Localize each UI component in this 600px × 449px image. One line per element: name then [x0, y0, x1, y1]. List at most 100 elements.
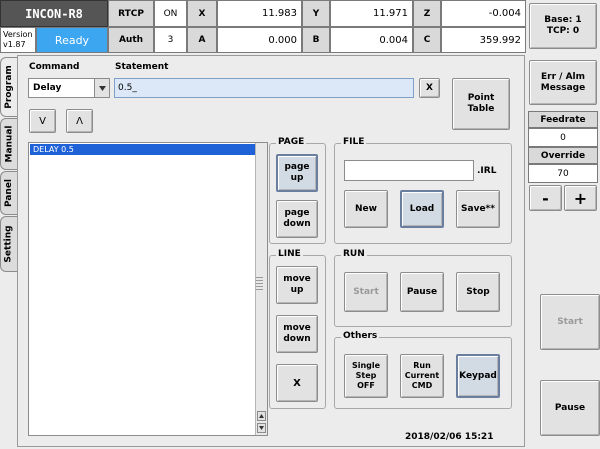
page-group-title: PAGE: [276, 137, 307, 147]
move-down-line2: down: [283, 334, 311, 344]
datetime-display: 2018/02/06 15:21: [405, 432, 494, 442]
tab-program-label: Program: [4, 65, 14, 109]
filename-input[interactable]: [344, 160, 474, 181]
delete-line-button[interactable]: X: [276, 364, 318, 402]
a-label: A: [187, 27, 217, 53]
move-down-button[interactable]: move down: [276, 315, 318, 353]
tab-program[interactable]: Program: [0, 57, 17, 117]
rtcp-value: ON: [154, 0, 187, 27]
c-value: 359.992: [441, 27, 526, 53]
single-step-button[interactable]: Single Step OFF: [344, 354, 388, 398]
err-alm-message-button[interactable]: Err / Alm Message: [529, 60, 597, 105]
save-file-button[interactable]: Save**: [456, 190, 500, 228]
tab-panel-label: Panel: [4, 178, 14, 208]
program-list[interactable]: DELAY 0.5: [28, 142, 268, 436]
new-file-button[interactable]: New: [344, 190, 388, 228]
file-group-title: FILE: [341, 137, 367, 147]
err-alm-line2: Message: [540, 82, 586, 93]
status-text: Ready: [54, 33, 90, 47]
base-tcp-button[interactable]: Base: 1 TCP: 0: [529, 3, 597, 49]
step-down-button[interactable]: V: [29, 109, 56, 133]
statement-input[interactable]: 0.5_: [114, 78, 414, 98]
page-up-line1: page: [284, 162, 310, 172]
auth-value: 3: [154, 27, 187, 53]
move-up-line2: up: [290, 285, 304, 295]
statement-input-value: 0.5_: [118, 83, 137, 93]
run-current-line2: Current: [404, 371, 440, 380]
run-current-line3: CMD: [411, 381, 433, 390]
x-label: X: [187, 0, 217, 27]
clear-statement-button[interactable]: X: [419, 78, 440, 98]
run-stop-button[interactable]: Stop: [456, 272, 500, 312]
command-select-value: Delay: [33, 83, 62, 93]
feedrate-label: Feedrate: [528, 111, 598, 128]
point-table-button[interactable]: Point Table: [452, 78, 510, 130]
app-title: INCON-R8: [0, 0, 108, 27]
single-step-line3: OFF: [357, 381, 375, 390]
tab-setting[interactable]: Setting: [0, 216, 17, 272]
z-value: -0.004: [441, 0, 526, 27]
tab-panel[interactable]: Panel: [0, 171, 17, 215]
page-down-line2: down: [283, 219, 311, 229]
move-down-line1: move: [283, 323, 311, 333]
err-alm-line1: Err / Alm: [540, 71, 585, 82]
page-down-line1: page: [284, 208, 310, 218]
single-step-line1: Single: [351, 361, 381, 370]
b-value: 0.004: [330, 27, 413, 53]
command-label: Command: [29, 62, 80, 72]
move-up-button[interactable]: move up: [276, 266, 318, 304]
override-minus-button[interactable]: -: [529, 185, 562, 211]
a-value: 0.000: [217, 27, 302, 53]
list-item[interactable]: DELAY 0.5: [30, 144, 255, 155]
run-pause-button[interactable]: Pause: [400, 272, 444, 312]
scroll-up-icon[interactable]: [257, 411, 266, 421]
c-label: C: [413, 27, 441, 53]
others-group-title: Others: [341, 331, 380, 341]
scroll-down-icon[interactable]: [257, 423, 266, 433]
step-up-button[interactable]: Λ: [66, 109, 93, 133]
statement-label: Statement: [115, 62, 169, 72]
run-start-button[interactable]: Start: [344, 272, 388, 312]
tcp-label: TCP: 0: [546, 26, 580, 36]
keypad-button[interactable]: Keypad: [456, 354, 500, 398]
y-label: Y: [302, 0, 330, 27]
splitter-grip-icon[interactable]: [256, 276, 263, 290]
version-number: v1.87: [3, 40, 26, 49]
feedrate-value: 0: [528, 128, 598, 147]
override-label: Override: [528, 147, 598, 164]
panel-start-button[interactable]: Start: [540, 294, 600, 350]
version-box: Version v1.87: [0, 27, 36, 53]
app-title-text: INCON-R8: [25, 6, 83, 21]
panel-pause-button[interactable]: Pause: [540, 380, 600, 436]
page-up-button[interactable]: page up: [276, 154, 318, 192]
x-value: 11.983: [217, 0, 302, 27]
run-current-line1: Run: [413, 361, 431, 370]
command-select[interactable]: Delay: [28, 78, 110, 98]
tab-manual[interactable]: Manual: [0, 118, 17, 170]
move-up-line1: move: [283, 274, 311, 284]
single-step-line2: Step: [355, 371, 377, 380]
tab-setting-label: Setting: [4, 225, 14, 263]
version-label: Version: [3, 30, 33, 39]
chevron-down-icon: [94, 79, 109, 97]
list-item-text: DELAY 0.5: [33, 145, 74, 154]
override-value: 70: [528, 164, 598, 183]
status-badge: Ready: [36, 27, 108, 53]
run-group-title: RUN: [341, 249, 367, 259]
file-extension-label: .IRL: [477, 166, 497, 176]
load-file-button[interactable]: Load: [400, 190, 444, 228]
rtcp-label: RTCP: [108, 0, 154, 27]
page-up-line2: up: [290, 173, 304, 183]
auth-label: Auth: [108, 27, 154, 53]
line-group-title: LINE: [276, 249, 303, 259]
override-plus-button[interactable]: +: [564, 185, 597, 211]
run-current-cmd-button[interactable]: Run Current CMD: [400, 354, 444, 398]
base-label: Base: 1: [544, 15, 582, 25]
y-value: 11.971: [330, 0, 413, 27]
tab-manual-label: Manual: [4, 125, 15, 163]
point-table-line1: Point: [467, 93, 495, 103]
point-table-line2: Table: [467, 104, 495, 114]
z-label: Z: [413, 0, 441, 27]
page-down-button[interactable]: page down: [276, 200, 318, 238]
b-label: B: [302, 27, 330, 53]
